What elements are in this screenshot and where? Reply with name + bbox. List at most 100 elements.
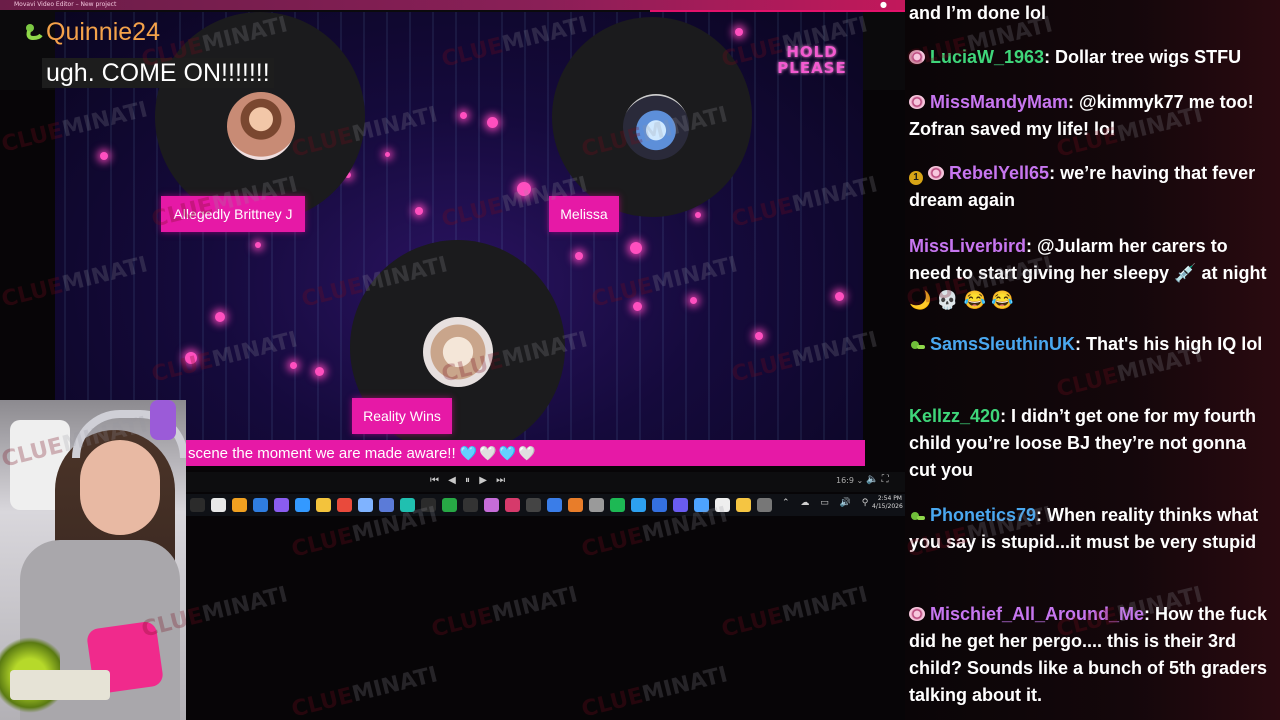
- folder-icon[interactable]: [316, 498, 331, 512]
- paper-notes: [10, 670, 110, 700]
- app-icon[interactable]: [715, 498, 730, 512]
- search-icon[interactable]: [190, 498, 205, 512]
- windows-taskbar: ⌃ ☁ ▭ 🔊 ⚲ 2:54 PM 4/15/2026: [186, 494, 905, 516]
- app-icon[interactable]: [673, 498, 688, 512]
- watermark: CLUEMINATI: [429, 582, 581, 643]
- spiral-badge-icon: [909, 50, 925, 64]
- app-icon[interactable]: [442, 498, 457, 512]
- app-icon[interactable]: [379, 498, 394, 512]
- chat-username[interactable]: RebelYell65: [949, 163, 1049, 183]
- glow-dot: [290, 362, 297, 369]
- hold-please-sign: HOLD PLEASE: [768, 44, 856, 76]
- chat-message: SamsSleuthinUK: That's his high IQ lol: [909, 331, 1271, 358]
- clock-date: 4/15/2026: [872, 503, 903, 510]
- glow-dot: [690, 297, 697, 304]
- app-icon[interactable]: [274, 498, 289, 512]
- app-icon[interactable]: [736, 498, 751, 512]
- glow-dot: [385, 152, 390, 157]
- chat-username[interactable]: Kellzz_420: [909, 406, 1000, 426]
- glow-dot: [735, 28, 743, 36]
- glow-dot: [100, 152, 108, 160]
- app-icon[interactable]: [295, 498, 310, 512]
- player-controls: ⏮ ◀ ⏸ ▶ ⏭ 16:9 ⌄ 🔈 ⛶: [186, 472, 905, 492]
- chat-panel: and I’m done lol LuciaW_1963: Dollar tre…: [904, 0, 1280, 720]
- aspect-ratio-select[interactable]: 16:9 ⌄: [836, 476, 863, 485]
- app-icon[interactable]: [631, 498, 646, 512]
- volume-icon[interactable]: 🔈 ⛶: [866, 474, 889, 485]
- hold-text: HOLD: [786, 43, 838, 61]
- chat-text: and I’m done lol: [909, 3, 1047, 23]
- app-icon[interactable]: [547, 498, 562, 512]
- app-icon[interactable]: [400, 498, 415, 512]
- chat-message: MissLiverbird: @Jularm her carers to nee…: [909, 233, 1271, 314]
- spotify-icon[interactable]: [610, 498, 625, 512]
- speaker-name-tag: Allegedly Brittney J: [161, 196, 305, 232]
- close-icon[interactable]: ●: [880, 0, 887, 10]
- speaker-name-tag: Reality Wins: [352, 398, 452, 434]
- alert-message: ugh. COME ON!!!!!!!: [42, 58, 274, 88]
- app-icon[interactable]: [652, 498, 667, 512]
- glow-dot: [633, 302, 642, 311]
- avatar-reality-wins: [423, 317, 493, 387]
- app-icon[interactable]: [421, 498, 436, 512]
- glow-dot: [185, 352, 197, 364]
- glow-dot: [695, 212, 701, 218]
- chat-alert: Quinnie24 ugh. COME ON!!!!!!!: [18, 10, 650, 90]
- chat-message: Mischief_All_Around_Me: How the fuck did…: [909, 601, 1271, 709]
- chat-message: Kellzz_420: I didn’t get one for my four…: [909, 403, 1271, 484]
- webcam-feed: [0, 400, 186, 720]
- hearts-emoji: 🩵🤍🩵🤍: [459, 445, 538, 461]
- alert-username: Quinnie24: [46, 18, 160, 46]
- chat-message: LuciaW_1963: Dollar tree wigs STFU: [909, 44, 1271, 71]
- chat-username[interactable]: MissLiverbird: [909, 236, 1026, 256]
- chat-text: : That's his high IQ lol: [1075, 334, 1263, 354]
- app-icon[interactable]: [526, 498, 541, 512]
- glow-dot: [255, 242, 261, 248]
- glow-dot: [517, 182, 531, 196]
- stream-canvas: Allegedly Brittney J Melissa Reality Win…: [0, 0, 905, 720]
- watermark: CLUEMINATI: [579, 662, 731, 720]
- task-view-icon[interactable]: [211, 498, 226, 512]
- spiral-badge-icon: [909, 607, 925, 621]
- app-icon[interactable]: [568, 498, 583, 512]
- app-icon[interactable]: [484, 498, 499, 512]
- taskbar-clock[interactable]: 2:54 PM 4/15/2026: [872, 495, 903, 511]
- chat-username[interactable]: Phonetics79: [930, 505, 1036, 525]
- chat-message: and I’m done lol: [909, 0, 1271, 27]
- lower-third-ticker: scene the moment we are made aware!! 🩵🤍🩵…: [186, 440, 865, 466]
- window-title: Movavi Video Editor – New project: [14, 1, 117, 8]
- speaker-name-tag: Melissa: [549, 196, 619, 232]
- app-icon[interactable]: [589, 498, 604, 512]
- glow-dot: [460, 112, 467, 119]
- app-icon[interactable]: [232, 498, 247, 512]
- chat-username[interactable]: MissMandyMam: [930, 92, 1068, 112]
- spiral-badge-icon: [909, 95, 925, 109]
- glow-dot: [315, 367, 324, 376]
- chat-message: Phonetics79: When reality thinks what yo…: [909, 502, 1271, 556]
- glow-dot: [575, 252, 583, 260]
- playback-buttons[interactable]: ⏮ ◀ ⏸ ▶ ⏭: [430, 475, 508, 486]
- app-icon[interactable]: [694, 498, 709, 512]
- chat-username[interactable]: Mischief_All_Around_Me: [930, 604, 1144, 624]
- headphone-ear: [150, 400, 176, 440]
- glow-dot: [487, 117, 498, 128]
- glow-dot: [755, 332, 763, 340]
- app-icon[interactable]: [463, 498, 478, 512]
- chat-username[interactable]: SamsSleuthinUK: [930, 334, 1075, 354]
- window-titlebar: Movavi Video Editor – New project ●: [0, 0, 905, 10]
- ticker-text: scene the moment we are made aware!!: [188, 445, 456, 462]
- spiral-badge-icon: [928, 166, 944, 180]
- please-text: PLEASE: [777, 59, 847, 77]
- chat-username[interactable]: LuciaW_1963: [930, 47, 1044, 67]
- app-icon[interactable]: [253, 498, 268, 512]
- glow-dot: [415, 207, 423, 215]
- app-icon[interactable]: [358, 498, 373, 512]
- avatar-melissa: [623, 94, 689, 160]
- app-icon[interactable]: [757, 498, 772, 512]
- chrome-icon[interactable]: [337, 498, 352, 512]
- app-icon[interactable]: [505, 498, 520, 512]
- gift-badge-icon: 1: [909, 171, 923, 185]
- chat-text: : Dollar tree wigs STFU: [1044, 47, 1242, 67]
- system-tray[interactable]: ⌃ ☁ ▭ 🔊 ⚲: [782, 498, 872, 508]
- taskbar-icons: [190, 498, 772, 512]
